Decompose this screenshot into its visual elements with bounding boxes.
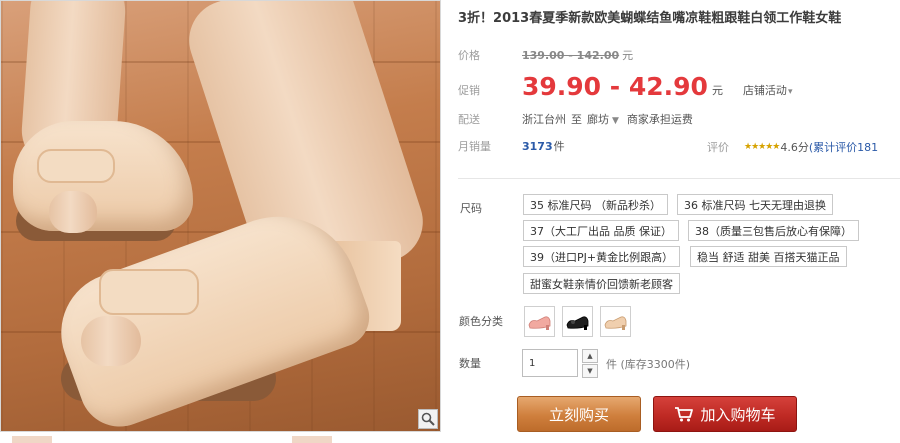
beige-shoe-icon [604, 315, 626, 330]
promo-unit: 元 [711, 83, 723, 97]
shipping-to-word: 至 [571, 113, 582, 126]
shop-event-label: 店铺活动 [742, 83, 787, 97]
reviews-link[interactable]: (累计评价181 [809, 139, 878, 155]
shoe-bow-shape [99, 269, 199, 315]
shipping-destination-select[interactable]: 廊坊 ▼ [587, 111, 627, 127]
size-option[interactable]: 38（质量三包售后放心有保障） [688, 220, 859, 241]
shipping-row: 配送 浙江台州 至 廊坊 ▼ 商家承担运费 [458, 111, 693, 127]
magnifier-icon [421, 412, 435, 426]
size-option[interactable]: 39（进口PJ+黄金比例跟高） [523, 246, 681, 267]
color-swatch-pink[interactable] [524, 306, 555, 337]
color-swatch-beige[interactable] [600, 306, 631, 337]
add-to-cart-label: 加入购物车 [700, 405, 776, 424]
monthly-sales-count: 3173 [522, 139, 553, 153]
sales-unit: 件 [553, 140, 565, 153]
add-to-cart-button[interactable]: 加入购物车 [653, 396, 797, 432]
price-unit: 元 [622, 49, 634, 62]
shopping-cart-icon [674, 406, 694, 422]
shipping-fee-note: 商家承担运费 [626, 113, 693, 126]
toes-shape [49, 191, 97, 233]
toes-shape [81, 316, 141, 366]
promo-row: 促销 39.90 - 42.90 元 店铺活动▾ [458, 72, 792, 101]
rating-summary: 评价 ★★★★★ 4.6分 (累计评价181 [707, 139, 878, 155]
thumbnail[interactable] [292, 436, 332, 443]
buy-now-button[interactable]: 立刻购买 [517, 396, 641, 432]
size-option[interactable]: 36 标准尺码 七天无理由退换 [677, 194, 833, 215]
size-option[interactable]: 甜蜜女鞋亲情价回馈新老顾客 [523, 273, 680, 294]
chevron-up-icon: ▲ [587, 352, 593, 360]
quantity-increment-button[interactable]: ▲ [582, 349, 598, 363]
product-title: 3折！2013春夏季新款欧美蝴蝶结鱼嘴凉鞋粗跟鞋白领工作鞋女鞋 [458, 11, 842, 26]
price-label: 价格 [458, 49, 480, 62]
caret-down-icon: ▼ [612, 116, 619, 126]
pink-shoe-icon [528, 315, 550, 330]
rating-label: 评价 [707, 141, 729, 154]
promo-price: 39.90 - 42.90 [522, 72, 708, 101]
product-main-image[interactable] [0, 0, 441, 432]
shipping-destination: 廊坊 [587, 113, 609, 126]
zoom-button[interactable] [418, 409, 438, 429]
promo-label: 促销 [458, 83, 480, 97]
size-label: 尺码 [460, 202, 482, 215]
quantity-input[interactable] [522, 349, 578, 377]
chevron-down-icon: ▼ [587, 367, 593, 375]
stock-info: 件 (库存3300件) [606, 358, 691, 371]
color-label: 颜色分类 [459, 315, 503, 328]
buy-now-label: 立刻购买 [548, 405, 609, 424]
thumbnail[interactable] [12, 436, 52, 443]
chevron-down-icon: ▾ [787, 86, 793, 97]
size-option[interactable]: 37（大工厂出品 品质 保证） [523, 220, 679, 241]
shoe-bow-shape [37, 149, 115, 183]
section-divider [458, 178, 900, 179]
black-shoe-icon [566, 315, 588, 330]
shop-event-dropdown[interactable]: 店铺活动▾ [743, 82, 793, 98]
original-price: 139.00 - 142.00 [522, 48, 620, 62]
size-option[interactable]: 稳当 舒适 甜美 百搭天猫正品 [690, 246, 847, 267]
shipping-label: 配送 [458, 113, 480, 126]
shipping-origin: 浙江台州 [522, 113, 566, 126]
color-swatch-black[interactable] [562, 306, 593, 337]
size-option[interactable]: 35 标准尺码 （新品秒杀） [523, 194, 668, 215]
sales-label: 月销量 [458, 140, 491, 153]
thumbnail-strip [0, 434, 441, 443]
rating-score: 4.6分 [780, 141, 809, 154]
quantity-label: 数量 [459, 357, 481, 370]
quantity-decrement-button[interactable]: ▼ [582, 364, 598, 378]
sales-row: 月销量 3173 件 [458, 138, 565, 154]
star-rating-icon: ★★★★★ [744, 142, 780, 152]
price-row: 价格 139.00 - 142.00 元 [458, 47, 633, 63]
